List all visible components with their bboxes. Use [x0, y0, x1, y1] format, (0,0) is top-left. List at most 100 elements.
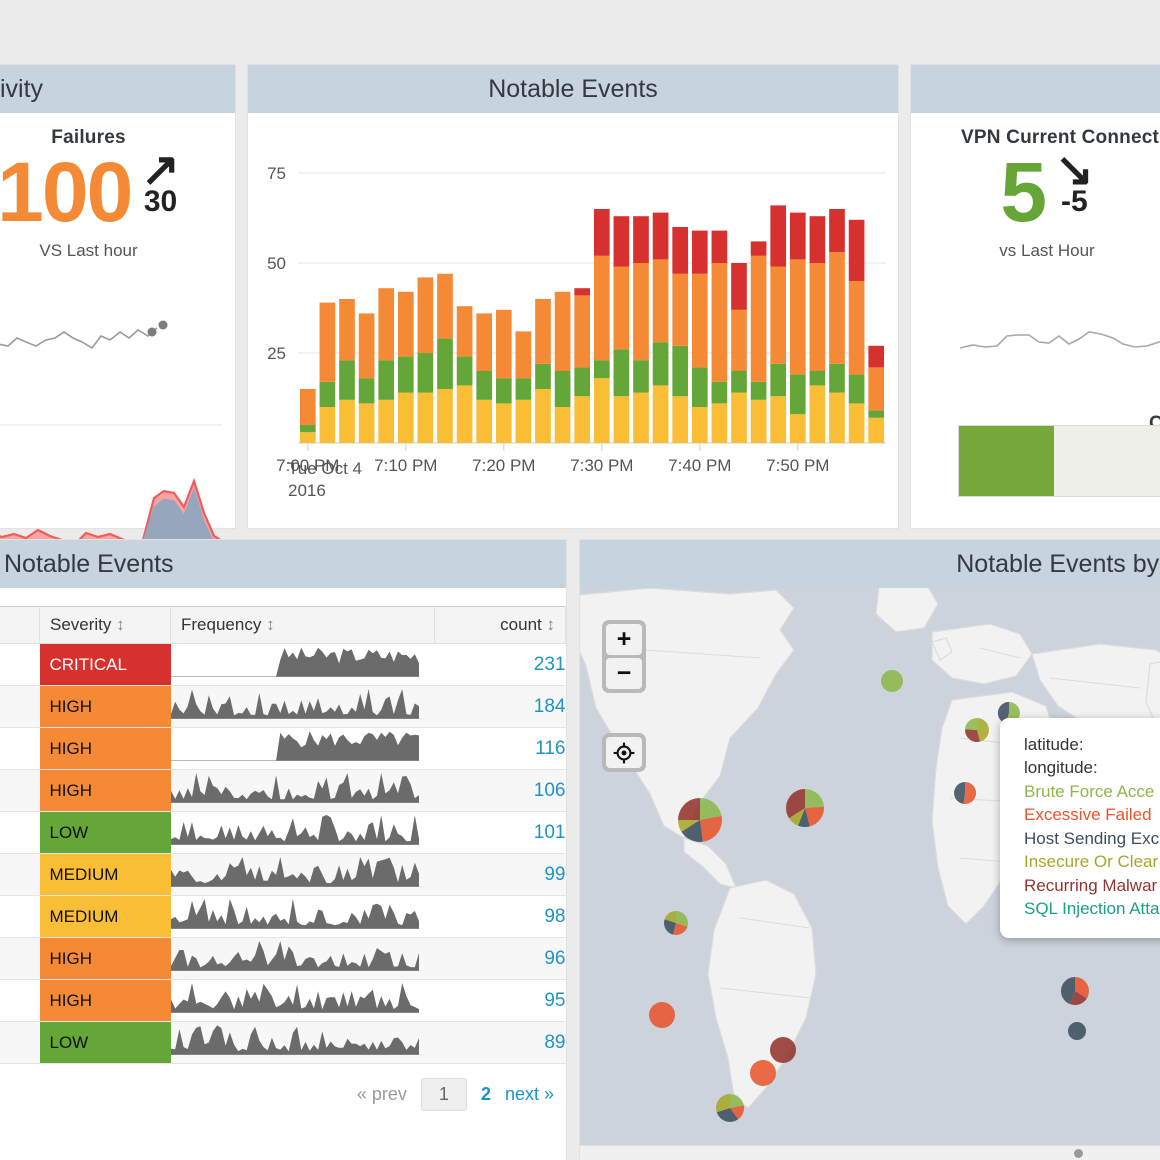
row-count-cell[interactable]: 116: [434, 727, 566, 770]
row-count-cell[interactable]: 106: [434, 769, 566, 812]
map-pie-marker[interactable]: [770, 1037, 796, 1063]
row-spacer: [0, 727, 40, 770]
vpn-trend-sparkline: [959, 331, 1160, 349]
pagination-page-1[interactable]: 1: [420, 1078, 467, 1111]
notable-events-table[interactable]: Severity ↕ Frequency ↕ count ↕ CRITICAL …: [0, 606, 566, 1064]
table-col-spacer: [0, 606, 40, 644]
access-failures-label: Failures: [51, 127, 126, 148]
map-zoom-in-button[interactable]: +: [606, 624, 642, 655]
frequency-sparkline: [170, 689, 419, 720]
map-pie-marker[interactable]: [677, 798, 722, 842]
pagination-prev[interactable]: « prev: [357, 1084, 407, 1105]
panel-map-title: Notable Events by L: [580, 540, 1160, 588]
panel-title-text: Notable Events by L: [956, 549, 1160, 578]
map-pie-marker[interactable]: [786, 789, 825, 828]
access-trend-sparkline: [0, 320, 168, 350]
vpn-comparison: vs Last Hour: [999, 240, 1095, 260]
col-label-frequency: Frequency: [181, 615, 262, 634]
panel-access-activity-title: ivity: [0, 65, 235, 113]
row-spacer: [0, 643, 40, 686]
pagination-page-2[interactable]: 2: [481, 1084, 491, 1105]
tooltip-line: Brute Force Acce: [1024, 781, 1155, 801]
row-severity-cell: CRITICAL: [39, 643, 171, 686]
map-pie-marker[interactable]: [881, 670, 903, 692]
row-count-cell[interactable]: 101: [434, 811, 566, 854]
table-row[interactable]: LOW 89: [0, 1021, 566, 1064]
map-pie-marker[interactable]: [1068, 1022, 1086, 1040]
status-badge: CRITICAL: [39, 644, 171, 685]
map-pie-marker[interactable]: [964, 718, 989, 742]
row-count-cell[interactable]: 96: [434, 937, 566, 980]
table-row[interactable]: MEDIUM 98: [0, 895, 566, 938]
locate-icon[interactable]: [606, 737, 642, 768]
row-frequency-cell: [170, 643, 435, 686]
row-count-cell[interactable]: 89: [434, 1021, 566, 1064]
vpn-delta-value: -5: [1061, 185, 1088, 219]
row-count-cell[interactable]: 98: [434, 895, 566, 938]
panel-notable-events-table-body: Severity ↕ Frequency ↕ count ↕ CRITICAL …: [0, 588, 566, 1121]
map-pie-marker[interactable]: [664, 911, 688, 935]
tooltip-line: Host Sending Exc: [1024, 828, 1160, 848]
table-row[interactable]: LOW 101: [0, 811, 566, 854]
status-badge: MEDIUM: [39, 896, 171, 937]
map-scrollbar-thumb[interactable]: [1074, 1149, 1083, 1158]
table-row[interactable]: HIGH 106: [0, 769, 566, 812]
map-horizontal-scrollbar[interactable]: [580, 1145, 1160, 1160]
col-label-count: count: [500, 615, 542, 634]
panel-access-activity: ivity Failures 100 ↗ 30 VS Last hour: [0, 65, 235, 572]
row-frequency-cell: [170, 811, 435, 854]
table-col-count[interactable]: count ↕: [434, 606, 566, 644]
world-map[interactable]: + − latitude: longitude: Brute Force Acc…: [580, 588, 1160, 1160]
table-row[interactable]: HIGH 116: [0, 727, 566, 770]
frequency-sparkline: [170, 941, 419, 972]
frequency-sparkline: [170, 773, 419, 804]
map-pie-marker[interactable]: [716, 1093, 745, 1122]
table-row[interactable]: MEDIUM 99: [0, 853, 566, 896]
map-pie-marker[interactable]: [649, 1002, 675, 1028]
frequency-sparkline: [170, 857, 419, 888]
table-col-severity[interactable]: Severity ↕: [39, 606, 171, 644]
table-body: CRITICAL 231 HIGH 184 HIGH 116 HIGH 106 LOW 101 ME…: [0, 643, 566, 1064]
status-badge: MEDIUM: [39, 854, 171, 895]
access-failures-value: 100: [0, 145, 133, 239]
map-pie-marker[interactable]: [1060, 977, 1089, 1005]
table-row[interactable]: HIGH 96: [0, 937, 566, 980]
trend-down-arrow-icon: ↘: [1055, 143, 1094, 195]
row-count-cell[interactable]: 95: [434, 979, 566, 1022]
panel-vpn-title: N: [911, 65, 1160, 113]
panel-vpn-body: VPN Current Connecti 5 ↘ -5 vs Last Hour…: [911, 113, 1160, 528]
tooltip-line: Insecure Or Clear: [1024, 852, 1159, 872]
access-failures-delta-value: 30: [143, 185, 178, 219]
row-spacer: [0, 769, 40, 812]
row-count-cell[interactable]: 184: [434, 685, 566, 728]
panel-notable-events-map: Notable Events by L + − latitude: longit…: [580, 540, 1160, 1160]
panel-map-body: + − latitude: longitude: Brute Force Acc…: [580, 588, 1160, 1160]
map-pie-marker[interactable]: [750, 1060, 776, 1086]
table-row[interactable]: HIGH 184: [0, 685, 566, 728]
row-count-cell[interactable]: 231: [434, 643, 566, 686]
row-frequency-cell: [170, 685, 435, 728]
table-row[interactable]: HIGH 95: [0, 979, 566, 1022]
map-zoom-controls: + −: [602, 620, 646, 693]
table-col-frequency[interactable]: Frequency ↕: [170, 606, 435, 644]
svg-text:7:20 PM: 7:20 PM: [472, 456, 535, 475]
access-failures-comparison: VS Last hour: [39, 240, 138, 260]
panel-title-text: Notable Events: [488, 74, 658, 103]
map-zoom-out-button[interactable]: −: [606, 658, 642, 689]
map-pie-marker[interactable]: [954, 781, 977, 804]
sort-icon[interactable]: ↕: [547, 615, 556, 634]
row-count-cell[interactable]: 99: [434, 853, 566, 896]
status-badge: HIGH: [39, 728, 171, 769]
status-badge: HIGH: [39, 686, 171, 727]
row-frequency-cell: [170, 895, 435, 938]
tooltip-line: Excessive Failed: [1024, 805, 1152, 825]
row-frequency-cell: [170, 853, 435, 896]
table-row[interactable]: CRITICAL 231: [0, 643, 566, 686]
access-failures-kpi: 100 ↗ 30: [0, 145, 235, 239]
sort-icon[interactable]: ↕: [266, 615, 275, 634]
row-spacer: [0, 685, 40, 728]
pagination-next[interactable]: next »: [505, 1084, 554, 1105]
row-severity-cell: HIGH: [39, 727, 171, 770]
x-caption-date: Tue Oct 4: [288, 459, 363, 478]
sort-icon[interactable]: ↕: [116, 615, 125, 634]
